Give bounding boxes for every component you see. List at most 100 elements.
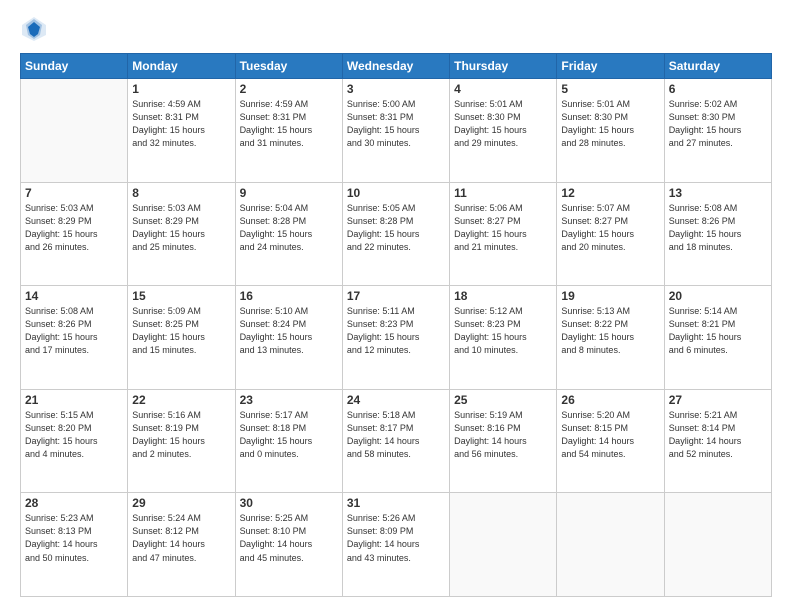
calendar-cell: 8Sunrise: 5:03 AM Sunset: 8:29 PM Daylig… bbox=[128, 182, 235, 286]
weekday-header-sunday: Sunday bbox=[21, 54, 128, 79]
calendar-cell: 18 Sunrise: 5:12 AM Sunset: 8:23 PM Dayli… bbox=[450, 286, 557, 390]
calendar-cell: 23 Sunrise: 5:17 AM Sunset: 8:18 PM Dayli… bbox=[235, 389, 342, 493]
day-info-text: Sunrise: 5:20 AM Sunset: 8:15 PM Dayligh… bbox=[561, 409, 659, 461]
calendar-cell: 10 Sunrise: 5:05 AM Sunset: 8:28 PM Dayli… bbox=[342, 182, 449, 286]
day-number: 25 bbox=[454, 393, 552, 407]
weekday-header-tuesday: Tuesday bbox=[235, 54, 342, 79]
day-number: 4 bbox=[454, 82, 552, 96]
calendar-cell: 9 Sunrise: 5:04 AM Sunset: 8:28 PM Daylig… bbox=[235, 182, 342, 286]
weekday-header-wednesday: Wednesday bbox=[342, 54, 449, 79]
day-number: 22 bbox=[132, 393, 230, 407]
calendar-cell: 13 Sunrise: 5:08 AM Sunset: 8:26 PM Dayli… bbox=[664, 182, 771, 286]
day-number: 2 bbox=[240, 82, 338, 96]
calendar-cell bbox=[21, 79, 128, 183]
day-info-text: Sunrise: 5:02 AM Sunset: 8:30 PM Dayligh… bbox=[669, 98, 767, 150]
logo bbox=[20, 15, 52, 43]
day-info-text: Sunrise: 5:05 AM Sunset: 8:28 PM Dayligh… bbox=[347, 202, 445, 254]
day-number: 16 bbox=[240, 289, 338, 303]
calendar-cell: 30 Sunrise: 5:25 AM Sunset: 8:10 PM Dayli… bbox=[235, 493, 342, 597]
calendar-cell: 3 Sunrise: 5:00 AM Sunset: 8:31 PM Daylig… bbox=[342, 79, 449, 183]
day-number: 1 bbox=[132, 82, 230, 96]
calendar-cell: 27 Sunrise: 5:21 AM Sunset: 8:14 PM Dayli… bbox=[664, 389, 771, 493]
weekday-header-row: SundayMondayTuesdayWednesdayThursdayFrid… bbox=[21, 54, 772, 79]
day-number: 20 bbox=[669, 289, 767, 303]
day-info-text: Sunrise: 5:09 AM Sunset: 8:25 PM Dayligh… bbox=[132, 305, 230, 357]
day-number: 9 bbox=[240, 186, 338, 200]
day-info-text: Sunrise: 5:00 AM Sunset: 8:31 PM Dayligh… bbox=[347, 98, 445, 150]
day-number: 18 bbox=[454, 289, 552, 303]
day-number: 3 bbox=[347, 82, 445, 96]
day-number: 24 bbox=[347, 393, 445, 407]
calendar-cell: 1 Sunrise: 4:59 AM Sunset: 8:31 PM Daylig… bbox=[128, 79, 235, 183]
page: SundayMondayTuesdayWednesdayThursdayFrid… bbox=[0, 0, 792, 612]
week-row-2: 7Sunrise: 5:03 AM Sunset: 8:29 PM Daylig… bbox=[21, 182, 772, 286]
calendar-cell: 16 Sunrise: 5:10 AM Sunset: 8:24 PM Dayli… bbox=[235, 286, 342, 390]
calendar-cell bbox=[664, 493, 771, 597]
day-info-text: Sunrise: 5:07 AM Sunset: 8:27 PM Dayligh… bbox=[561, 202, 659, 254]
day-number: 21 bbox=[25, 393, 123, 407]
day-number: 27 bbox=[669, 393, 767, 407]
calendar-cell: 2 Sunrise: 4:59 AM Sunset: 8:31 PM Daylig… bbox=[235, 79, 342, 183]
day-info-text: Sunrise: 5:06 AM Sunset: 8:27 PM Dayligh… bbox=[454, 202, 552, 254]
day-number: 11 bbox=[454, 186, 552, 200]
day-info-text: Sunrise: 5:18 AM Sunset: 8:17 PM Dayligh… bbox=[347, 409, 445, 461]
day-info-text: Sunrise: 5:10 AM Sunset: 8:24 PM Dayligh… bbox=[240, 305, 338, 357]
calendar-cell: 5Sunrise: 5:01 AM Sunset: 8:30 PM Daylig… bbox=[557, 79, 664, 183]
day-info-text: Sunrise: 5:26 AM Sunset: 8:09 PM Dayligh… bbox=[347, 512, 445, 564]
calendar-cell: 12Sunrise: 5:07 AM Sunset: 8:27 PM Dayli… bbox=[557, 182, 664, 286]
day-info-text: Sunrise: 4:59 AM Sunset: 8:31 PM Dayligh… bbox=[132, 98, 230, 150]
calendar-cell: 11 Sunrise: 5:06 AM Sunset: 8:27 PM Dayli… bbox=[450, 182, 557, 286]
logo-icon bbox=[20, 15, 48, 43]
day-info-text: Sunrise: 5:13 AM Sunset: 8:22 PM Dayligh… bbox=[561, 305, 659, 357]
day-info-text: Sunrise: 5:14 AM Sunset: 8:21 PM Dayligh… bbox=[669, 305, 767, 357]
day-info-text: Sunrise: 4:59 AM Sunset: 8:31 PM Dayligh… bbox=[240, 98, 338, 150]
calendar-cell: 25 Sunrise: 5:19 AM Sunset: 8:16 PM Dayli… bbox=[450, 389, 557, 493]
calendar-cell: 21Sunrise: 5:15 AM Sunset: 8:20 PM Dayli… bbox=[21, 389, 128, 493]
day-info-text: Sunrise: 5:25 AM Sunset: 8:10 PM Dayligh… bbox=[240, 512, 338, 564]
calendar-cell: 29Sunrise: 5:24 AM Sunset: 8:12 PM Dayli… bbox=[128, 493, 235, 597]
calendar-cell: 26 Sunrise: 5:20 AM Sunset: 8:15 PM Dayli… bbox=[557, 389, 664, 493]
day-number: 8 bbox=[132, 186, 230, 200]
weekday-header-monday: Monday bbox=[128, 54, 235, 79]
day-info-text: Sunrise: 5:03 AM Sunset: 8:29 PM Dayligh… bbox=[25, 202, 123, 254]
week-row-4: 21Sunrise: 5:15 AM Sunset: 8:20 PM Dayli… bbox=[21, 389, 772, 493]
calendar-cell: 19 Sunrise: 5:13 AM Sunset: 8:22 PM Dayli… bbox=[557, 286, 664, 390]
calendar-cell: 4 Sunrise: 5:01 AM Sunset: 8:30 PM Daylig… bbox=[450, 79, 557, 183]
day-number: 6 bbox=[669, 82, 767, 96]
day-number: 13 bbox=[669, 186, 767, 200]
day-info-text: Sunrise: 5:19 AM Sunset: 8:16 PM Dayligh… bbox=[454, 409, 552, 461]
day-info-text: Sunrise: 5:01 AM Sunset: 8:30 PM Dayligh… bbox=[454, 98, 552, 150]
day-info-text: Sunrise: 5:08 AM Sunset: 8:26 PM Dayligh… bbox=[669, 202, 767, 254]
day-number: 14 bbox=[25, 289, 123, 303]
week-row-1: 1 Sunrise: 4:59 AM Sunset: 8:31 PM Daylig… bbox=[21, 79, 772, 183]
day-number: 15 bbox=[132, 289, 230, 303]
calendar-table: SundayMondayTuesdayWednesdayThursdayFrid… bbox=[20, 53, 772, 597]
day-number: 30 bbox=[240, 496, 338, 510]
day-number: 19 bbox=[561, 289, 659, 303]
day-number: 26 bbox=[561, 393, 659, 407]
day-info-text: Sunrise: 5:17 AM Sunset: 8:18 PM Dayligh… bbox=[240, 409, 338, 461]
calendar-cell: 24 Sunrise: 5:18 AM Sunset: 8:17 PM Dayli… bbox=[342, 389, 449, 493]
day-info-text: Sunrise: 5:16 AM Sunset: 8:19 PM Dayligh… bbox=[132, 409, 230, 461]
day-number: 5 bbox=[561, 82, 659, 96]
day-info-text: Sunrise: 5:23 AM Sunset: 8:13 PM Dayligh… bbox=[25, 512, 123, 564]
calendar-cell: 17Sunrise: 5:11 AM Sunset: 8:23 PM Dayli… bbox=[342, 286, 449, 390]
calendar-cell: 31Sunrise: 5:26 AM Sunset: 8:09 PM Dayli… bbox=[342, 493, 449, 597]
calendar-cell bbox=[557, 493, 664, 597]
day-info-text: Sunrise: 5:12 AM Sunset: 8:23 PM Dayligh… bbox=[454, 305, 552, 357]
day-number: 23 bbox=[240, 393, 338, 407]
calendar-cell: 15 Sunrise: 5:09 AM Sunset: 8:25 PM Dayli… bbox=[128, 286, 235, 390]
day-info-text: Sunrise: 5:11 AM Sunset: 8:23 PM Dayligh… bbox=[347, 305, 445, 357]
day-number: 28 bbox=[25, 496, 123, 510]
calendar-cell: 28 Sunrise: 5:23 AM Sunset: 8:13 PM Dayli… bbox=[21, 493, 128, 597]
day-info-text: Sunrise: 5:21 AM Sunset: 8:14 PM Dayligh… bbox=[669, 409, 767, 461]
calendar-cell bbox=[450, 493, 557, 597]
calendar-cell: 22 Sunrise: 5:16 AM Sunset: 8:19 PM Dayli… bbox=[128, 389, 235, 493]
day-number: 10 bbox=[347, 186, 445, 200]
day-number: 29 bbox=[132, 496, 230, 510]
weekday-header-thursday: Thursday bbox=[450, 54, 557, 79]
header bbox=[20, 15, 772, 43]
calendar-cell: 6 Sunrise: 5:02 AM Sunset: 8:30 PM Daylig… bbox=[664, 79, 771, 183]
day-info-text: Sunrise: 5:04 AM Sunset: 8:28 PM Dayligh… bbox=[240, 202, 338, 254]
calendar-cell: 7Sunrise: 5:03 AM Sunset: 8:29 PM Daylig… bbox=[21, 182, 128, 286]
